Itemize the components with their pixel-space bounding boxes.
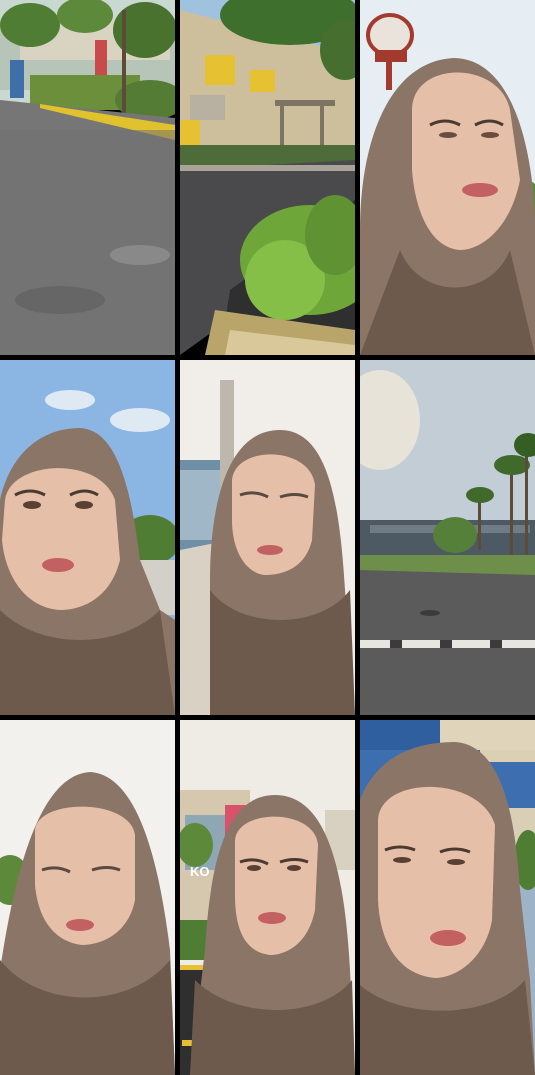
frame-parking-lot-palms: [360, 360, 535, 715]
frame-woman-white-sky: [0, 720, 175, 1075]
frame-woman-eyes-closed: [180, 360, 355, 715]
frame-road-scene: [0, 0, 175, 355]
frame-woman-blue-sky: [0, 360, 175, 715]
frame-woman-mall-entrance: KO: [180, 720, 355, 1075]
video-collage-grid: KO: [0, 0, 535, 1075]
frame-building-plants: [180, 0, 355, 355]
frame-woman-glass-building: [360, 720, 535, 1075]
storefront-sign-text: KO: [190, 864, 210, 879]
frame-woman-sign: [360, 0, 535, 355]
